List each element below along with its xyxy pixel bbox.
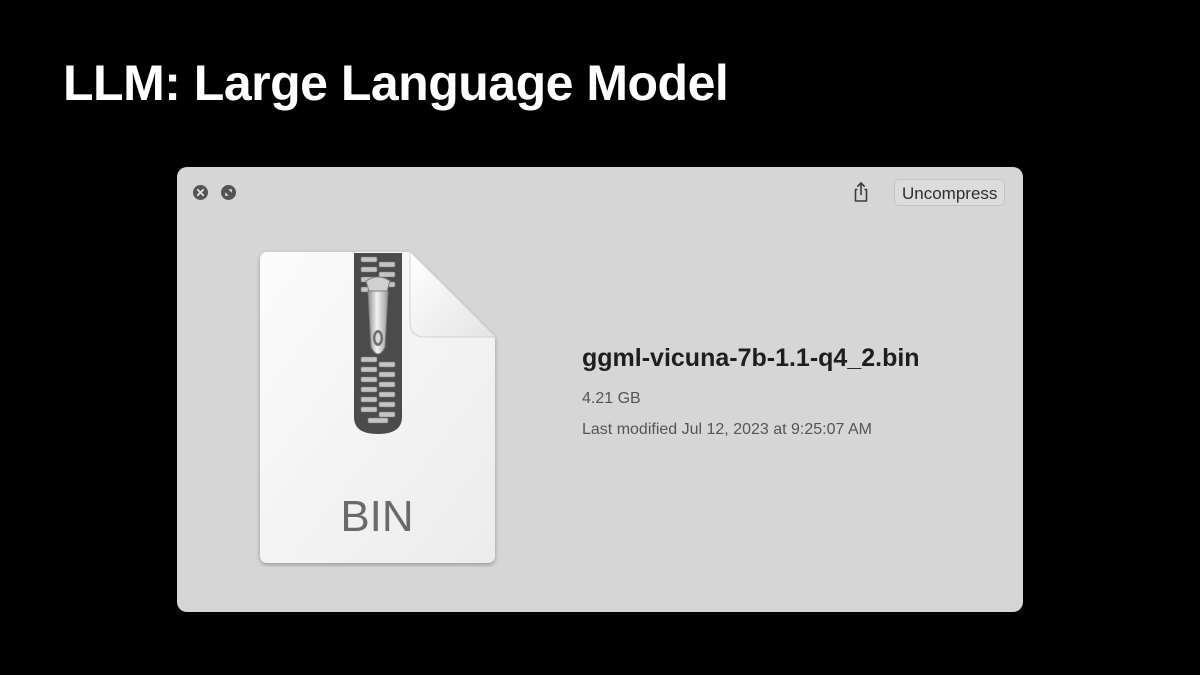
fullscreen-icon xyxy=(225,189,232,196)
file-modified-date: Last modified Jul 12, 2023 at 9:25:07 AM xyxy=(582,421,872,438)
share-button[interactable] xyxy=(848,179,874,205)
file-size: 4.21 GB xyxy=(582,390,641,407)
slide-title: LLM: Large Language Model xyxy=(63,55,729,111)
fullscreen-button[interactable] xyxy=(221,185,236,200)
file-name: ggml-vicuna-7b-1.1-q4_2.bin xyxy=(582,344,920,372)
close-button[interactable] xyxy=(193,185,208,200)
quicklook-window: Uncompress BIN ggml-vicuna-7b-1.1-q4_2.b… xyxy=(177,167,1023,612)
share-icon xyxy=(854,182,868,202)
close-icon xyxy=(196,188,205,197)
zip-archive-icon: BIN xyxy=(260,252,495,563)
file-type-label: BIN xyxy=(340,492,413,541)
uncompress-button[interactable]: Uncompress xyxy=(894,179,1006,206)
